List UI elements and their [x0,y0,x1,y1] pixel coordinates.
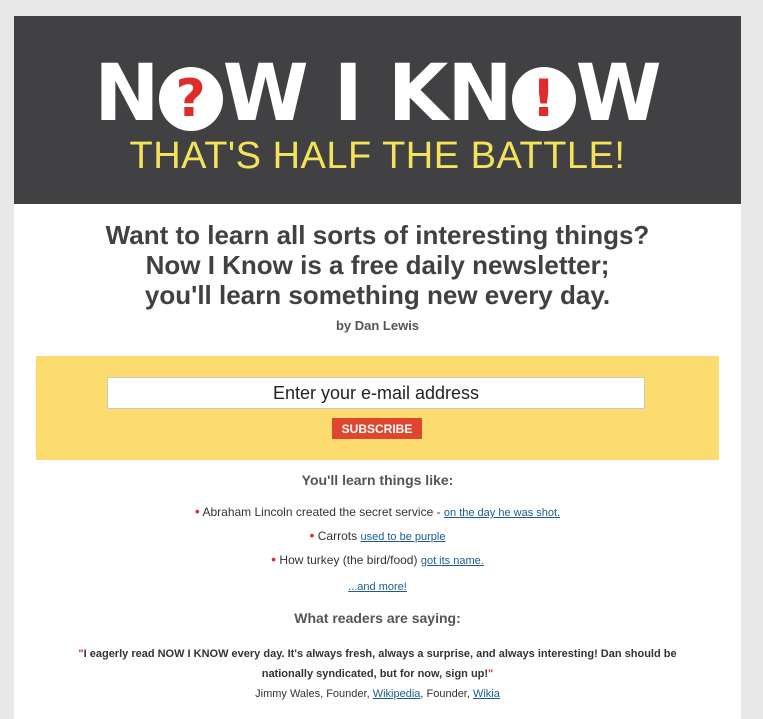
intro-line-1: Want to learn all sorts of interesting t… [105,220,650,250]
logo-text-n: N [94,49,159,139]
fact-text: How turkey (the bird/food) [279,553,421,567]
bullet-icon: • [194,503,200,519]
intro-headline: Want to learn all sorts of interesting t… [14,220,741,310]
signup-box: SUBSCRIBE [36,356,719,460]
readers-title: What readers are saying: [294,610,461,626]
logo-text-middle: W I KN [222,49,513,139]
tagline: THAT'S HALF THE BATTLE! [129,135,626,177]
attrib-name: Jimmy Wales, Founder, [255,688,373,700]
testimonial-quote: "I eagerly read NOW I KNOW every day. It… [64,644,691,684]
attrib-mid: , Founder, [420,688,473,700]
quote-text: I eagerly read NOW I KNOW every day. It'… [83,648,677,680]
logo-text-w: W [575,49,662,139]
wikia-link[interactable]: Wikia [473,688,500,700]
testimonial-attribution: Jimmy Wales, Founder, Wikipedia, Founder… [14,688,741,700]
email-input[interactable] [107,377,645,409]
intro-line-2: Now I Know is a free daily newsletter; [145,250,610,280]
learn-title: You'll learn things like: [301,472,454,488]
newsletter-card: N? W I KN! W THAT'S HALF THE BATTLE! Want … [14,16,741,719]
byline: by Dan Lewis [335,318,420,333]
logo: N? W I KN! W [14,54,741,134]
subscribe-button[interactable]: SUBSCRIBE [332,418,422,439]
fact-text: Carrots [317,529,361,543]
fact-link[interactable]: on the day he was shot. [444,507,560,519]
wikipedia-link[interactable]: Wikipedia [373,688,421,700]
intro-line-3: you'll learn something new every day. [144,280,611,310]
list-item: • Carrots used to be purple [14,526,741,550]
bullet-icon: • [271,551,277,567]
bullet-icon: • [309,527,315,543]
list-item: • How turkey (the bird/food) got its nam… [14,550,741,574]
facts-list: • Abraham Lincoln created the secret ser… [14,502,741,574]
header-banner: N? W I KN! W THAT'S HALF THE BATTLE! [14,16,741,204]
fact-link[interactable]: got its name. [421,555,484,567]
close-quote-mark: " [488,668,494,680]
more-link[interactable]: ...and more! [348,581,407,593]
list-item: • Abraham Lincoln created the secret ser… [14,502,741,526]
more-container: ...and more! [14,580,741,594]
fact-text: Abraham Lincoln created the secret servi… [202,505,444,519]
fact-link[interactable]: used to be purple [360,531,445,543]
question-mark-icon: ? [158,67,223,131]
exclamation-mark-icon: ! [511,67,576,131]
